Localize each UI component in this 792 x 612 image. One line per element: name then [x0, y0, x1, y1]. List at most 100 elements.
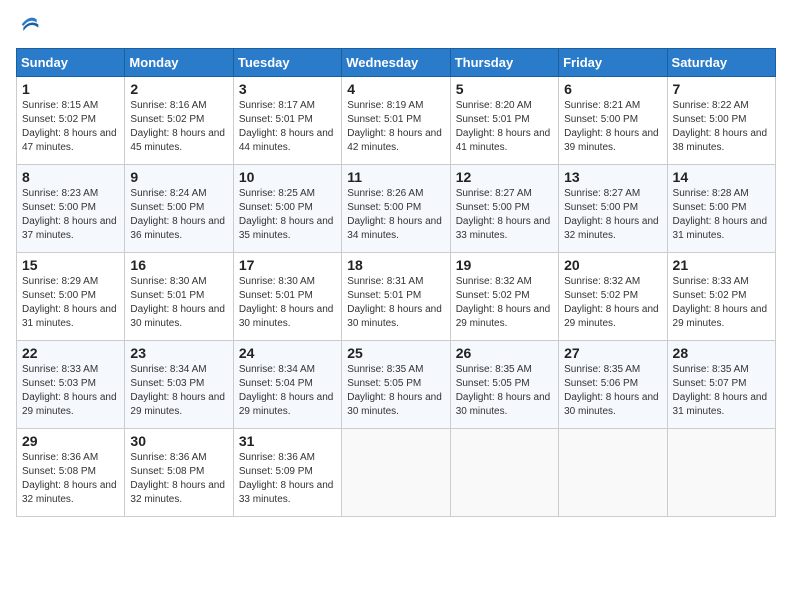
- calendar-cell: 13 Sunrise: 8:27 AM Sunset: 5:00 PM Dayl…: [559, 165, 667, 253]
- day-number: 9: [130, 169, 227, 185]
- day-info: Sunrise: 8:32 AM Sunset: 5:02 PM Dayligh…: [564, 276, 659, 329]
- day-info: Sunrise: 8:27 AM Sunset: 5:00 PM Dayligh…: [456, 188, 551, 241]
- calendar-cell: 11 Sunrise: 8:26 AM Sunset: 5:00 PM Dayl…: [342, 165, 450, 253]
- day-number: 7: [673, 81, 770, 97]
- day-number: 3: [239, 81, 336, 97]
- logo-icon: [20, 16, 40, 36]
- calendar-table: SundayMondayTuesdayWednesdayThursdayFrid…: [16, 48, 776, 517]
- day-info: Sunrise: 8:26 AM Sunset: 5:00 PM Dayligh…: [347, 188, 442, 241]
- day-number: 5: [456, 81, 553, 97]
- calendar-cell: 27 Sunrise: 8:35 AM Sunset: 5:06 PM Dayl…: [559, 341, 667, 429]
- day-number: 20: [564, 257, 661, 273]
- calendar-cell: 22 Sunrise: 8:33 AM Sunset: 5:03 PM Dayl…: [17, 341, 125, 429]
- day-number: 12: [456, 169, 553, 185]
- day-number: 14: [673, 169, 770, 185]
- day-info: Sunrise: 8:33 AM Sunset: 5:02 PM Dayligh…: [673, 276, 768, 329]
- day-number: 2: [130, 81, 227, 97]
- day-info: Sunrise: 8:34 AM Sunset: 5:04 PM Dayligh…: [239, 364, 334, 417]
- logo: [16, 16, 40, 36]
- calendar-week-row: 1 Sunrise: 8:15 AM Sunset: 5:02 PM Dayli…: [17, 77, 776, 165]
- day-number: 15: [22, 257, 119, 273]
- calendar-cell: 8 Sunrise: 8:23 AM Sunset: 5:00 PM Dayli…: [17, 165, 125, 253]
- day-info: Sunrise: 8:36 AM Sunset: 5:08 PM Dayligh…: [22, 452, 117, 505]
- day-info: Sunrise: 8:15 AM Sunset: 5:02 PM Dayligh…: [22, 100, 117, 153]
- calendar-week-row: 15 Sunrise: 8:29 AM Sunset: 5:00 PM Dayl…: [17, 253, 776, 341]
- calendar-cell: 30 Sunrise: 8:36 AM Sunset: 5:08 PM Dayl…: [125, 429, 233, 517]
- day-info: Sunrise: 8:23 AM Sunset: 5:00 PM Dayligh…: [22, 188, 117, 241]
- day-number: 21: [673, 257, 770, 273]
- day-info: Sunrise: 8:35 AM Sunset: 5:05 PM Dayligh…: [456, 364, 551, 417]
- calendar-cell: [667, 429, 775, 517]
- day-info: Sunrise: 8:16 AM Sunset: 5:02 PM Dayligh…: [130, 100, 225, 153]
- day-info: Sunrise: 8:28 AM Sunset: 5:00 PM Dayligh…: [673, 188, 768, 241]
- day-number: 11: [347, 169, 444, 185]
- weekday-header-monday: Monday: [125, 49, 233, 77]
- calendar-cell: 4 Sunrise: 8:19 AM Sunset: 5:01 PM Dayli…: [342, 77, 450, 165]
- day-info: Sunrise: 8:30 AM Sunset: 5:01 PM Dayligh…: [130, 276, 225, 329]
- day-info: Sunrise: 8:29 AM Sunset: 5:00 PM Dayligh…: [22, 276, 117, 329]
- calendar-week-row: 8 Sunrise: 8:23 AM Sunset: 5:00 PM Dayli…: [17, 165, 776, 253]
- day-number: 27: [564, 345, 661, 361]
- day-number: 4: [347, 81, 444, 97]
- calendar-cell: [342, 429, 450, 517]
- calendar-cell: 25 Sunrise: 8:35 AM Sunset: 5:05 PM Dayl…: [342, 341, 450, 429]
- calendar-cell: 10 Sunrise: 8:25 AM Sunset: 5:00 PM Dayl…: [233, 165, 341, 253]
- weekday-header-wednesday: Wednesday: [342, 49, 450, 77]
- day-info: Sunrise: 8:24 AM Sunset: 5:00 PM Dayligh…: [130, 188, 225, 241]
- day-number: 29: [22, 433, 119, 449]
- calendar-cell: 7 Sunrise: 8:22 AM Sunset: 5:00 PM Dayli…: [667, 77, 775, 165]
- day-number: 18: [347, 257, 444, 273]
- calendar-cell: 15 Sunrise: 8:29 AM Sunset: 5:00 PM Dayl…: [17, 253, 125, 341]
- day-info: Sunrise: 8:32 AM Sunset: 5:02 PM Dayligh…: [456, 276, 551, 329]
- weekday-header-saturday: Saturday: [667, 49, 775, 77]
- calendar-cell: [559, 429, 667, 517]
- calendar-cell: 24 Sunrise: 8:34 AM Sunset: 5:04 PM Dayl…: [233, 341, 341, 429]
- calendar-header-row: SundayMondayTuesdayWednesdayThursdayFrid…: [17, 49, 776, 77]
- day-info: Sunrise: 8:19 AM Sunset: 5:01 PM Dayligh…: [347, 100, 442, 153]
- day-info: Sunrise: 8:17 AM Sunset: 5:01 PM Dayligh…: [239, 100, 334, 153]
- day-info: Sunrise: 8:22 AM Sunset: 5:00 PM Dayligh…: [673, 100, 768, 153]
- day-info: Sunrise: 8:34 AM Sunset: 5:03 PM Dayligh…: [130, 364, 225, 417]
- day-number: 23: [130, 345, 227, 361]
- day-info: Sunrise: 8:31 AM Sunset: 5:01 PM Dayligh…: [347, 276, 442, 329]
- day-number: 28: [673, 345, 770, 361]
- calendar-cell: 16 Sunrise: 8:30 AM Sunset: 5:01 PM Dayl…: [125, 253, 233, 341]
- calendar-cell: 2 Sunrise: 8:16 AM Sunset: 5:02 PM Dayli…: [125, 77, 233, 165]
- calendar-cell: 23 Sunrise: 8:34 AM Sunset: 5:03 PM Dayl…: [125, 341, 233, 429]
- calendar-cell: [450, 429, 558, 517]
- calendar-cell: 1 Sunrise: 8:15 AM Sunset: 5:02 PM Dayli…: [17, 77, 125, 165]
- calendar-cell: 18 Sunrise: 8:31 AM Sunset: 5:01 PM Dayl…: [342, 253, 450, 341]
- calendar-cell: 19 Sunrise: 8:32 AM Sunset: 5:02 PM Dayl…: [450, 253, 558, 341]
- day-info: Sunrise: 8:35 AM Sunset: 5:07 PM Dayligh…: [673, 364, 768, 417]
- calendar-week-row: 22 Sunrise: 8:33 AM Sunset: 5:03 PM Dayl…: [17, 341, 776, 429]
- day-info: Sunrise: 8:35 AM Sunset: 5:05 PM Dayligh…: [347, 364, 442, 417]
- day-number: 30: [130, 433, 227, 449]
- day-number: 16: [130, 257, 227, 273]
- day-info: Sunrise: 8:35 AM Sunset: 5:06 PM Dayligh…: [564, 364, 659, 417]
- day-number: 25: [347, 345, 444, 361]
- day-info: Sunrise: 8:36 AM Sunset: 5:08 PM Dayligh…: [130, 452, 225, 505]
- calendar-cell: 14 Sunrise: 8:28 AM Sunset: 5:00 PM Dayl…: [667, 165, 775, 253]
- day-info: Sunrise: 8:33 AM Sunset: 5:03 PM Dayligh…: [22, 364, 117, 417]
- calendar-cell: 9 Sunrise: 8:24 AM Sunset: 5:00 PM Dayli…: [125, 165, 233, 253]
- calendar-cell: 6 Sunrise: 8:21 AM Sunset: 5:00 PM Dayli…: [559, 77, 667, 165]
- day-number: 31: [239, 433, 336, 449]
- day-info: Sunrise: 8:20 AM Sunset: 5:01 PM Dayligh…: [456, 100, 551, 153]
- day-number: 6: [564, 81, 661, 97]
- calendar-cell: 17 Sunrise: 8:30 AM Sunset: 5:01 PM Dayl…: [233, 253, 341, 341]
- day-info: Sunrise: 8:30 AM Sunset: 5:01 PM Dayligh…: [239, 276, 334, 329]
- day-number: 26: [456, 345, 553, 361]
- calendar-cell: 20 Sunrise: 8:32 AM Sunset: 5:02 PM Dayl…: [559, 253, 667, 341]
- day-info: Sunrise: 8:36 AM Sunset: 5:09 PM Dayligh…: [239, 452, 334, 505]
- day-number: 19: [456, 257, 553, 273]
- calendar-cell: 29 Sunrise: 8:36 AM Sunset: 5:08 PM Dayl…: [17, 429, 125, 517]
- calendar-cell: 3 Sunrise: 8:17 AM Sunset: 5:01 PM Dayli…: [233, 77, 341, 165]
- weekday-header-friday: Friday: [559, 49, 667, 77]
- weekday-header-thursday: Thursday: [450, 49, 558, 77]
- calendar-cell: 26 Sunrise: 8:35 AM Sunset: 5:05 PM Dayl…: [450, 341, 558, 429]
- day-info: Sunrise: 8:21 AM Sunset: 5:00 PM Dayligh…: [564, 100, 659, 153]
- weekday-header-tuesday: Tuesday: [233, 49, 341, 77]
- day-info: Sunrise: 8:27 AM Sunset: 5:00 PM Dayligh…: [564, 188, 659, 241]
- day-number: 24: [239, 345, 336, 361]
- page-header: [16, 16, 776, 36]
